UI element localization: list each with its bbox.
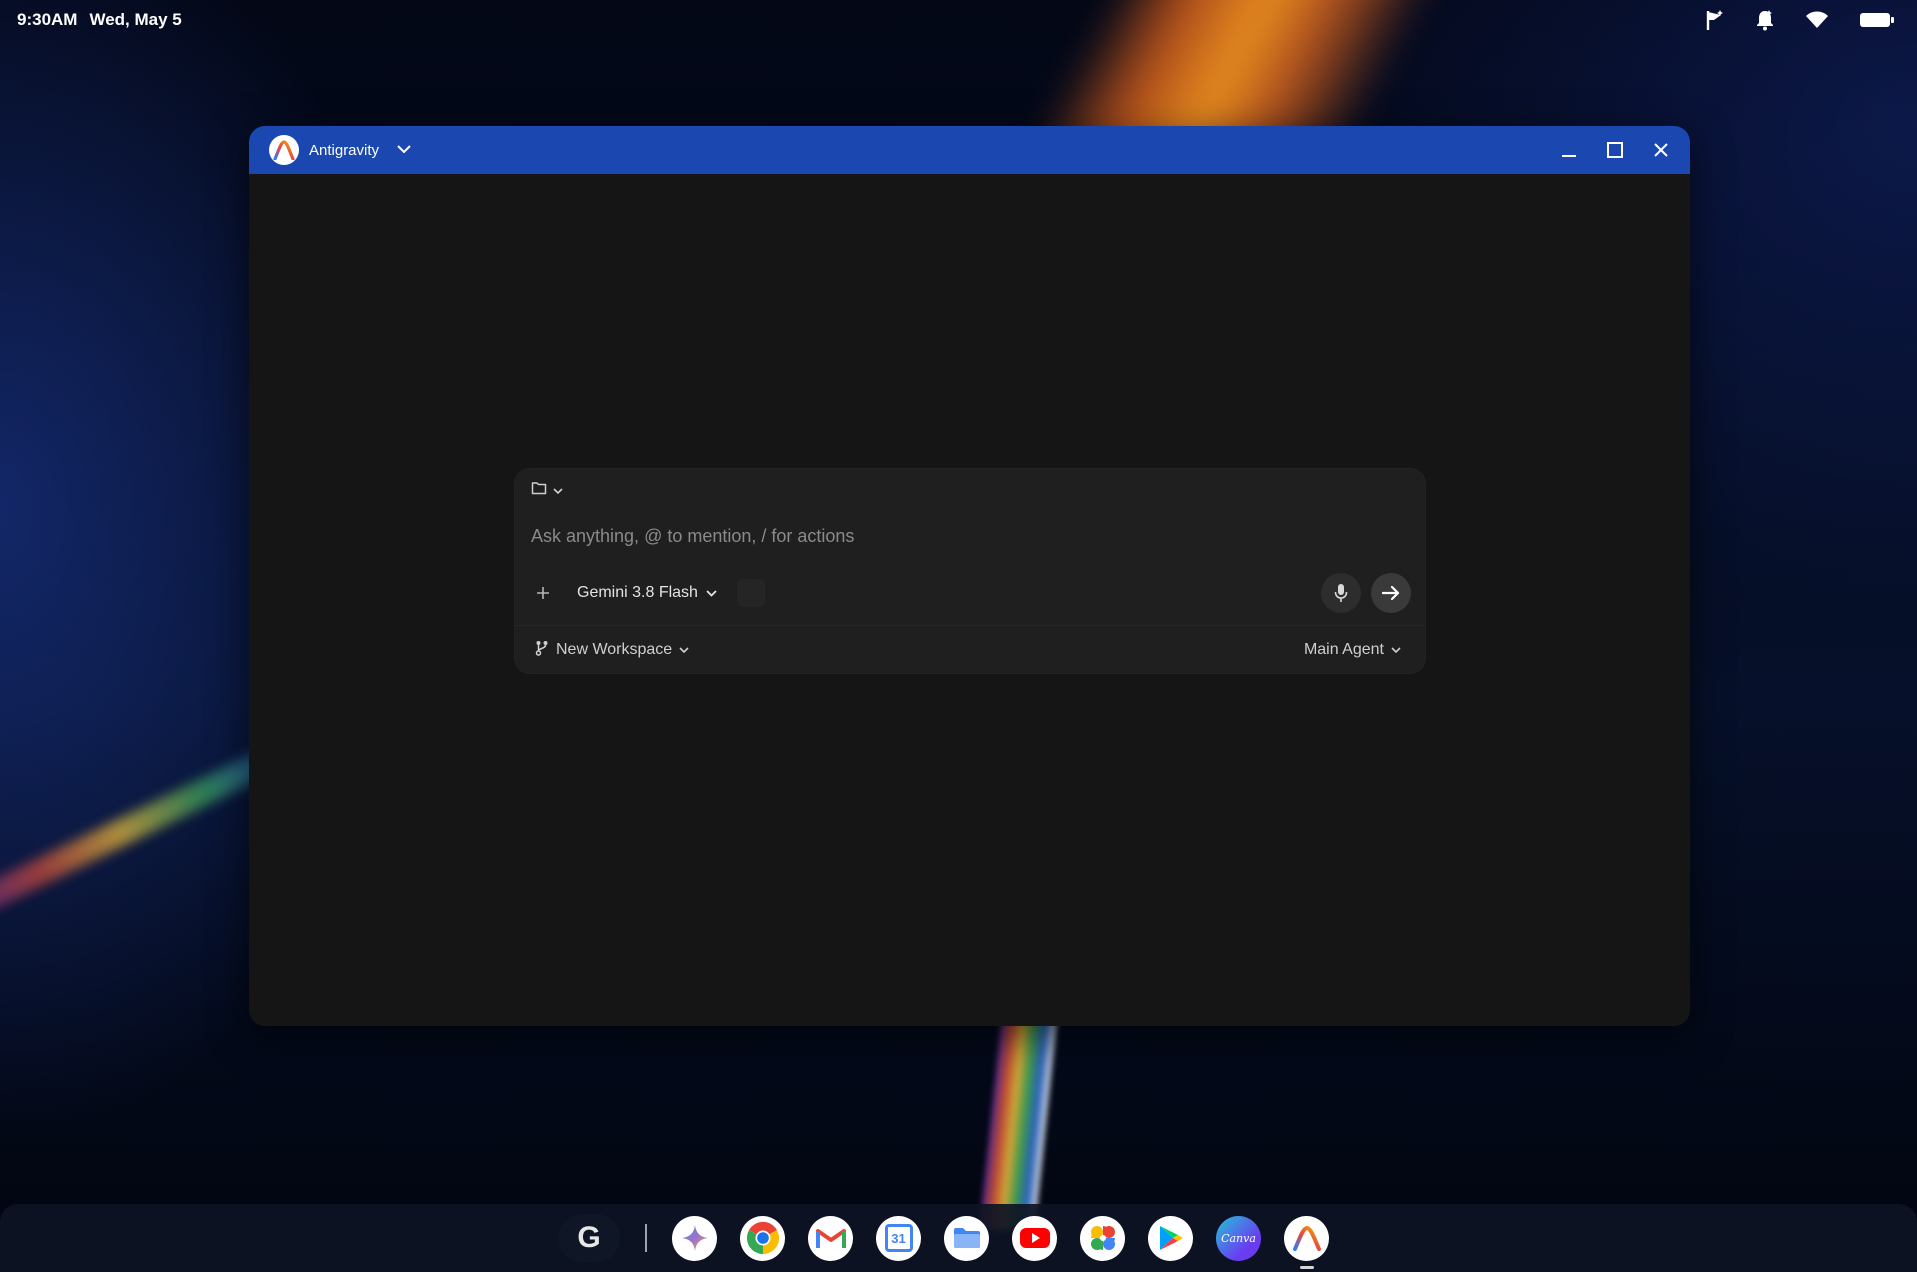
agent-selector[interactable]: Main Agent [1304,641,1401,659]
add-attachment-button[interactable] [529,579,557,607]
composer-toolbar: Gemini 3.8 Flash [529,573,1411,613]
window-titlebar[interactable]: Antigravity [249,126,1690,174]
play-store-app-icon[interactable] [1148,1215,1193,1261]
antigravity-app-icon[interactable] [1284,1215,1329,1269]
wallpaper-light-beam [978,1020,1058,1230]
microphone-icon [1334,584,1348,602]
files-app-icon[interactable] [944,1215,989,1261]
composer-footer: New Workspace Main Agent [535,635,1401,665]
folder-icon [531,481,547,500]
microphone-button[interactable] [1321,573,1361,613]
canva-label: Canva [1221,1231,1256,1245]
status-date: Wed, May 5 [89,10,182,29]
active-app-indicator [1299,1265,1314,1269]
app-window: Antigravity Ask anything, @ to mention, … [249,126,1690,1026]
arrow-right-icon [1382,585,1400,601]
mode-toggle-button[interactable] [736,579,765,607]
prompt-input[interactable] [531,521,1391,551]
close-icon[interactable] [1650,139,1672,161]
prompt-composer: Gemini 3.8 Flash New Workspace [514,468,1426,674]
plus-icon [537,587,549,599]
maximize-icon[interactable] [1604,139,1626,161]
notifications-off-icon[interactable] [1755,9,1775,31]
status-bar: 9:30AM Wed, May 5 [0,0,1917,40]
agent-label: Main Agent [1303,641,1384,658]
workspace-label: New Workspace [556,641,673,658]
send-button[interactable] [1371,573,1411,613]
folder-picker-button[interactable] [531,481,563,500]
chevron-down-icon [553,482,563,500]
workspace-selector[interactable]: New Workspace [535,640,689,661]
wifi-icon[interactable] [1805,11,1829,29]
shelf: G 31 Canva [0,1204,1917,1272]
youtube-app-icon[interactable] [1012,1215,1057,1261]
canva-app-icon[interactable]: Canva [1216,1215,1261,1261]
model-selector[interactable]: Gemini 3.8 Flash [577,584,717,602]
gemini-app-icon[interactable] [672,1215,717,1261]
chevron-down-icon [706,584,717,602]
photos-app-icon[interactable] [1080,1215,1125,1261]
flag-icon[interactable] [1705,9,1725,31]
battery-icon[interactable] [1859,11,1895,29]
minimize-icon[interactable] [1558,139,1580,161]
google-g-icon: G [577,1221,601,1254]
calendar-app-icon[interactable]: 31 [876,1215,921,1261]
antigravity-logo-icon [269,135,299,165]
shelf-divider [645,1224,647,1252]
chevron-down-icon [679,641,689,659]
wallpaper-light-beam [0,742,288,924]
chevron-down-icon [1391,641,1401,659]
launcher-button[interactable]: G [558,1214,620,1262]
model-label: Gemini 3.8 Flash [577,584,698,601]
chevron-down-icon[interactable] [397,141,411,159]
status-time: 9:30AM [17,10,78,29]
composer-divider [515,625,1425,626]
chrome-app-icon[interactable] [740,1215,785,1261]
gmail-app-icon[interactable] [808,1215,853,1261]
calendar-day: 31 [891,1230,906,1246]
branch-icon [535,640,549,661]
window-title: Antigravity [309,141,380,159]
